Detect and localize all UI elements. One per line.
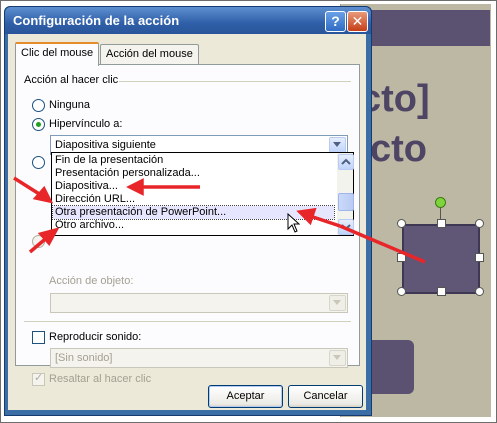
dialog-title: Configuración de la acción [13,13,180,28]
object-action-label: Acción de objeto: [49,275,134,287]
scroll-thumb[interactable] [338,193,354,211]
dialog-titlebar[interactable]: Configuración de la acción ? ✕ [5,7,371,34]
resize-handle-bl[interactable] [397,287,406,296]
resize-handle-r[interactable] [475,253,484,262]
dropdown-scrollbar[interactable] [337,153,354,235]
check-icon: ✓ [34,372,44,384]
resize-handle-tr[interactable] [475,219,484,228]
tab-mouse-over[interactable]: Acción del mouse [100,44,199,64]
dropdown-item[interactable]: Diapositiva... [53,180,334,193]
play-sound-label: Reproducir sonido: [49,331,142,343]
help-button[interactable]: ? [325,11,346,32]
object-action-select[interactable] [50,293,348,313]
radio-hidden-1[interactable] [32,156,45,169]
radio-hyperlink-label: Hipervínculo a: [49,118,123,130]
radio-selected-dot [36,122,41,127]
hyperlink-dropdown-list[interactable]: Fin de la presentación Presentación pers… [51,152,354,236]
radio-none-label: Ninguna [49,99,90,111]
cancel-button[interactable]: Cancelar [288,385,363,408]
radio-none[interactable] [32,99,45,112]
scroll-up-icon[interactable] [338,154,354,170]
chevron-down-icon [329,350,346,366]
tab-mouse-click[interactable]: Clic del mouse [15,42,100,66]
hyperlink-select-value: Diapositiva siguiente [55,139,156,151]
rotation-handle[interactable] [435,197,446,208]
chevron-down-icon [329,295,346,311]
highlight-checkbox[interactable]: ✓ [32,372,45,386]
resize-handle-tl[interactable] [397,219,406,228]
mouse-cursor-icon [287,213,301,233]
close-button[interactable]: ✕ [347,11,368,32]
highlight-label: Resaltar al hacer clic [49,373,152,385]
divider [24,321,351,322]
sound-select[interactable]: [Sin sonido] [50,348,348,368]
section-label: Acción al hacer clic [24,74,119,86]
resize-handle-t[interactable] [437,219,446,228]
selected-shape[interactable] [402,224,480,294]
scroll-down-icon[interactable] [338,219,354,235]
section-divider [119,81,351,82]
dropdown-item[interactable]: Presentación personalizada... [53,167,334,180]
dropdown-item[interactable]: Fin de la presentación [53,154,334,167]
play-sound-checkbox[interactable] [32,331,45,344]
resize-handle-b[interactable] [437,287,446,296]
radio-object-action[interactable] [32,235,45,248]
slide-heading-line2: cto [370,128,427,170]
chevron-down-icon[interactable] [329,137,346,153]
dropdown-item[interactable]: Dirección URL... [53,193,334,206]
sound-select-value: [Sin sonido] [55,352,113,364]
resize-handle-l[interactable] [397,253,406,262]
ok-button[interactable]: Aceptar [208,385,283,408]
radio-hyperlink[interactable] [32,118,45,131]
resize-handle-br[interactable] [475,287,484,296]
